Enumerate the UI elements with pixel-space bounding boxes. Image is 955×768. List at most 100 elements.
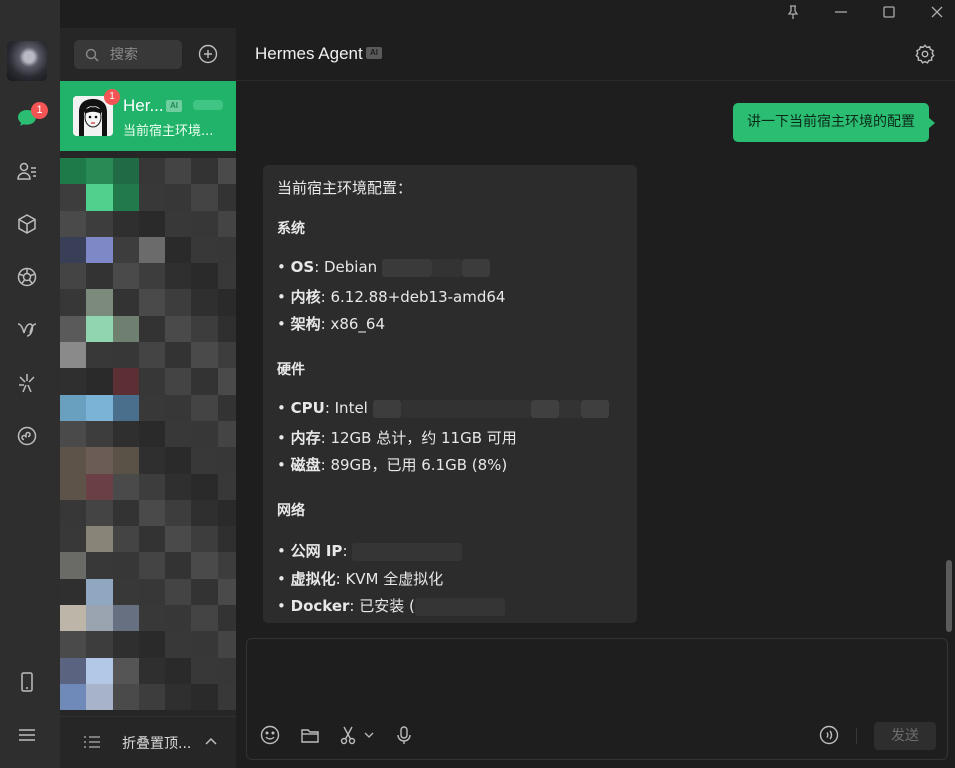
list-icon	[84, 736, 100, 748]
mosaic-cell	[165, 315, 192, 343]
mosaic-cell	[217, 631, 236, 658]
incoming-message[interactable]: 当前宿主环境配置： 系统 • OS: Debian • 内核: 6.12.88+…	[263, 165, 637, 623]
mosaic-cell	[191, 236, 218, 264]
mosaic-cell	[60, 578, 87, 606]
outgoing-message[interactable]: 讲一下当前宿主环境的配置	[733, 103, 935, 142]
voice-call-icon[interactable]	[818, 724, 840, 746]
pin-icon[interactable]	[784, 3, 802, 21]
mosaic-cell	[60, 158, 87, 185]
menu-icon[interactable]	[13, 721, 41, 749]
mosaic-cell	[86, 657, 113, 684]
fold-pinned-bar[interactable]: 折叠置顶...	[60, 716, 236, 768]
search-icon	[85, 48, 99, 61]
mosaic-cell	[112, 263, 139, 290]
moments-icon[interactable]	[13, 263, 41, 291]
mosaic-cell	[112, 631, 139, 658]
mosaic-cell	[86, 578, 113, 606]
mosaic-cell	[112, 420, 139, 448]
mosaic-cell	[86, 184, 113, 211]
section-heading-system: 系统	[277, 221, 305, 237]
mosaic-cell	[60, 526, 87, 553]
minimize-icon[interactable]	[832, 3, 850, 21]
mosaic-cell	[138, 210, 166, 237]
sparkle-icon[interactable]	[13, 369, 41, 397]
mosaic-cell	[112, 158, 139, 185]
mosaic-cell	[217, 420, 236, 448]
mosaic-cell	[86, 447, 113, 474]
new-chat-button[interactable]	[197, 43, 219, 65]
chat-unread-badge: 1	[104, 89, 120, 105]
chevron-up-icon[interactable]	[203, 734, 219, 750]
mosaic-cell	[86, 420, 113, 448]
list-item: • CPU: Intel	[277, 399, 609, 418]
mosaic-cell	[165, 605, 192, 632]
close-icon[interactable]	[928, 3, 946, 21]
list-item: • 公网 IP:	[277, 540, 463, 561]
chevron-down-icon[interactable]	[363, 724, 375, 746]
mosaic-cell	[112, 184, 139, 211]
phone-icon[interactable]	[13, 668, 41, 696]
mosaic-cell	[217, 315, 236, 343]
mosaic-cell	[112, 657, 139, 684]
mosaic-cell	[60, 473, 87, 500]
mosaic-cell	[191, 315, 218, 343]
list-item: • 架构: x86_64	[277, 315, 386, 333]
channels-icon[interactable]	[13, 316, 41, 344]
miniprogram-icon[interactable]	[13, 422, 41, 450]
mosaic-cell	[60, 447, 87, 474]
mosaic-cell	[191, 499, 218, 527]
mosaic-cell	[138, 158, 166, 185]
box-icon[interactable]	[13, 210, 41, 238]
maximize-icon[interactable]	[880, 3, 898, 21]
mosaic-cell	[60, 394, 87, 421]
redacted-chat-list	[60, 158, 236, 711]
mosaic-cell	[217, 368, 236, 395]
toolbar-divider	[856, 728, 857, 744]
chat-list: 1 Her... AI 当前宿主环境... 折叠置顶...	[60, 28, 236, 768]
section-heading-network: 网络	[277, 503, 305, 519]
mosaic-cell	[86, 394, 113, 421]
mosaic-cell	[112, 605, 139, 632]
mosaic-cell	[138, 657, 166, 684]
mosaic-cell	[165, 236, 192, 264]
mosaic-cell	[138, 236, 166, 264]
mosaic-cell	[191, 447, 218, 474]
mosaic-cell	[217, 552, 236, 579]
mosaic-cell	[138, 499, 166, 527]
contacts-icon[interactable]	[13, 157, 41, 185]
scrollbar[interactable]	[946, 560, 952, 632]
gear-icon[interactable]	[914, 43, 936, 65]
unread-badge: 1	[31, 102, 48, 119]
mosaic-cell	[138, 394, 166, 421]
search-box[interactable]	[74, 40, 182, 69]
ai-tag: AI	[166, 100, 182, 112]
mosaic-cell	[86, 368, 113, 395]
mosaic-cell	[112, 368, 139, 395]
mosaic-cell	[86, 236, 113, 264]
mosaic-cell	[112, 289, 139, 316]
mosaic-cell	[217, 447, 236, 474]
mosaic-cell	[191, 210, 218, 237]
mosaic-cell	[112, 236, 139, 264]
redacted-time	[193, 100, 223, 110]
mosaic-cell	[138, 683, 166, 711]
mosaic-cell	[191, 184, 218, 211]
mosaic-cell	[191, 368, 218, 395]
mosaic-cell	[138, 473, 166, 500]
mosaic-cell	[86, 263, 113, 290]
mosaic-cell	[191, 158, 218, 185]
mosaic-cell	[191, 578, 218, 606]
mosaic-cell	[165, 499, 192, 527]
chat-item-hermes[interactable]: 1 Her... AI 当前宿主环境...	[60, 81, 236, 151]
mosaic-cell	[165, 420, 192, 448]
mosaic-cell	[191, 289, 218, 316]
send-button[interactable]: 发送	[874, 722, 936, 750]
mic-icon[interactable]	[393, 724, 415, 746]
mosaic-cell	[165, 578, 192, 606]
folder-icon[interactable]	[299, 724, 321, 746]
scissors-icon[interactable]	[338, 724, 360, 746]
search-input[interactable]	[110, 46, 180, 63]
emoji-icon[interactable]	[259, 724, 281, 746]
bubble-tail	[262, 178, 268, 190]
avatar[interactable]	[7, 41, 47, 81]
